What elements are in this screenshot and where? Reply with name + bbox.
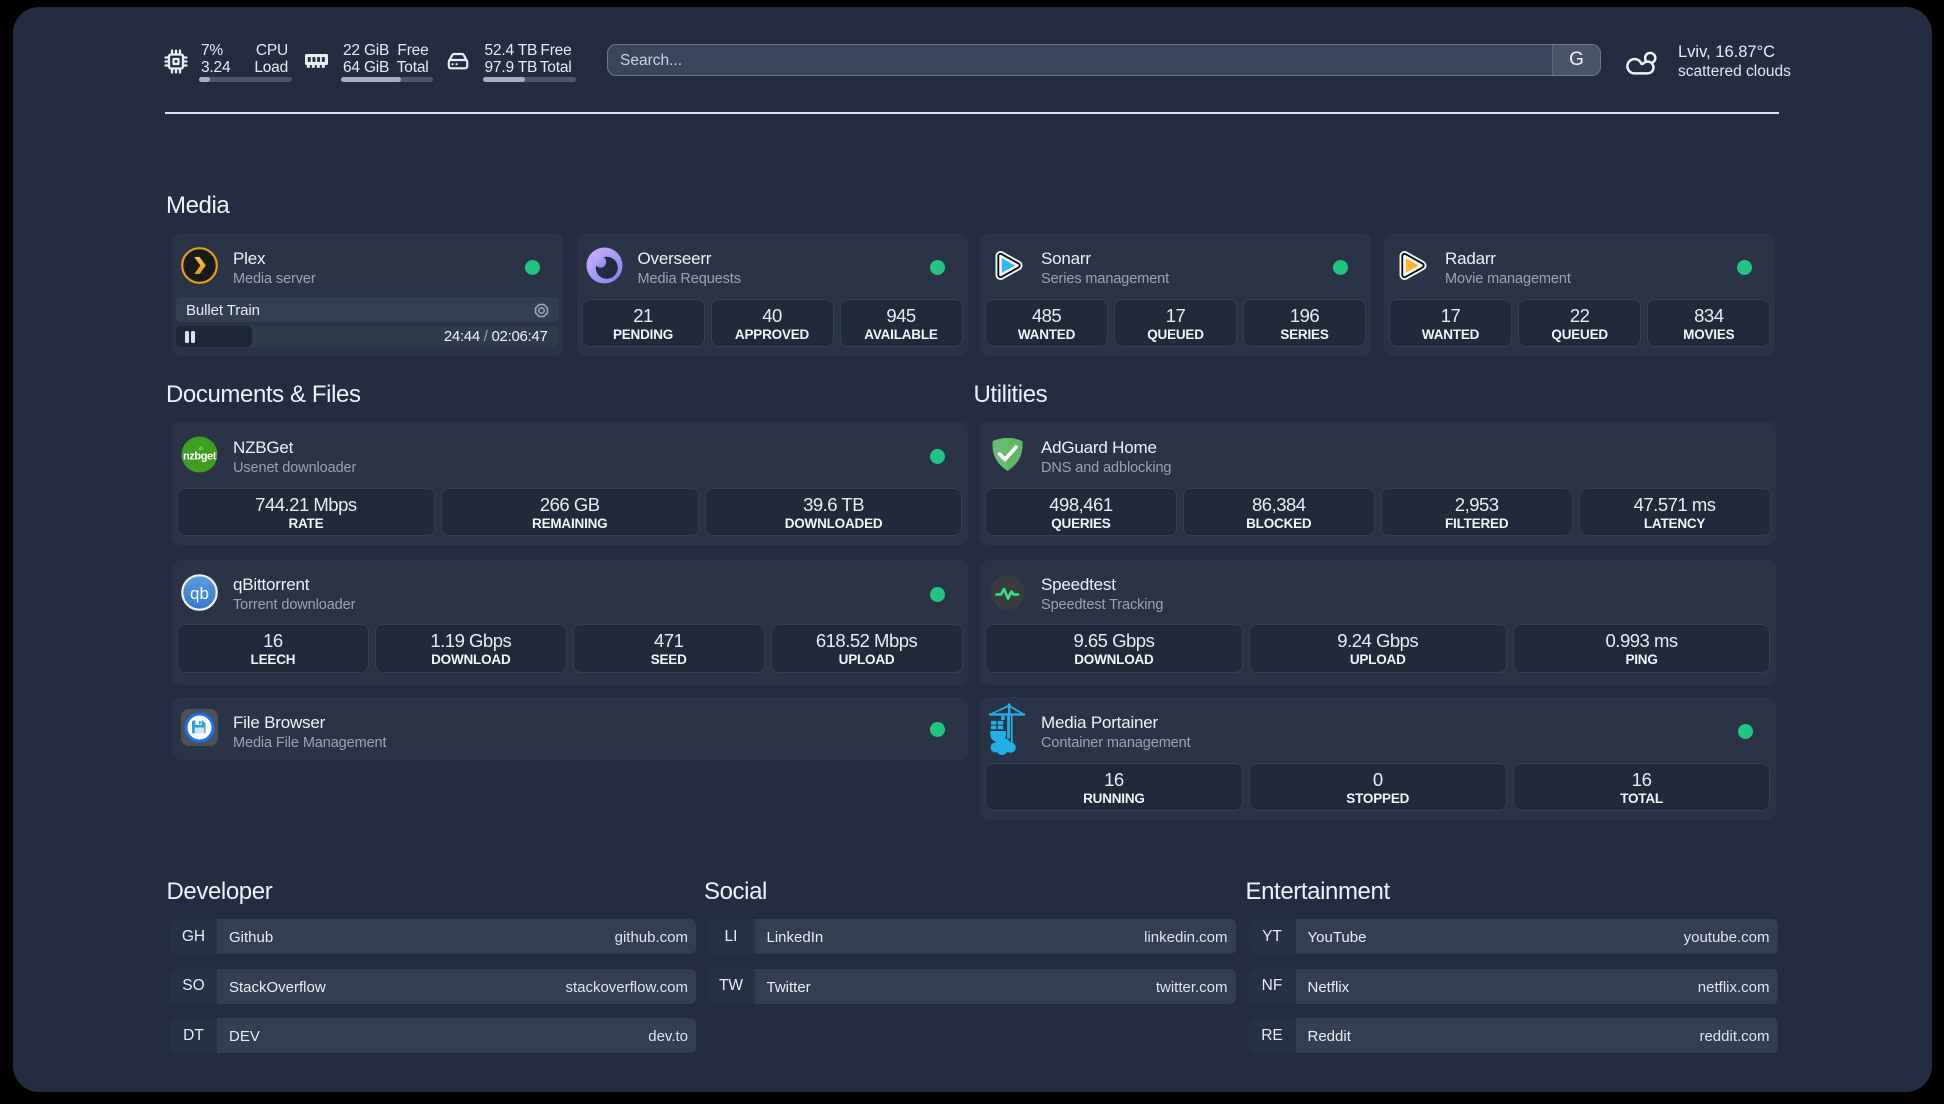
svg-text:qb: qb <box>190 584 209 603</box>
svg-text:nzbget: nzbget <box>183 451 217 463</box>
